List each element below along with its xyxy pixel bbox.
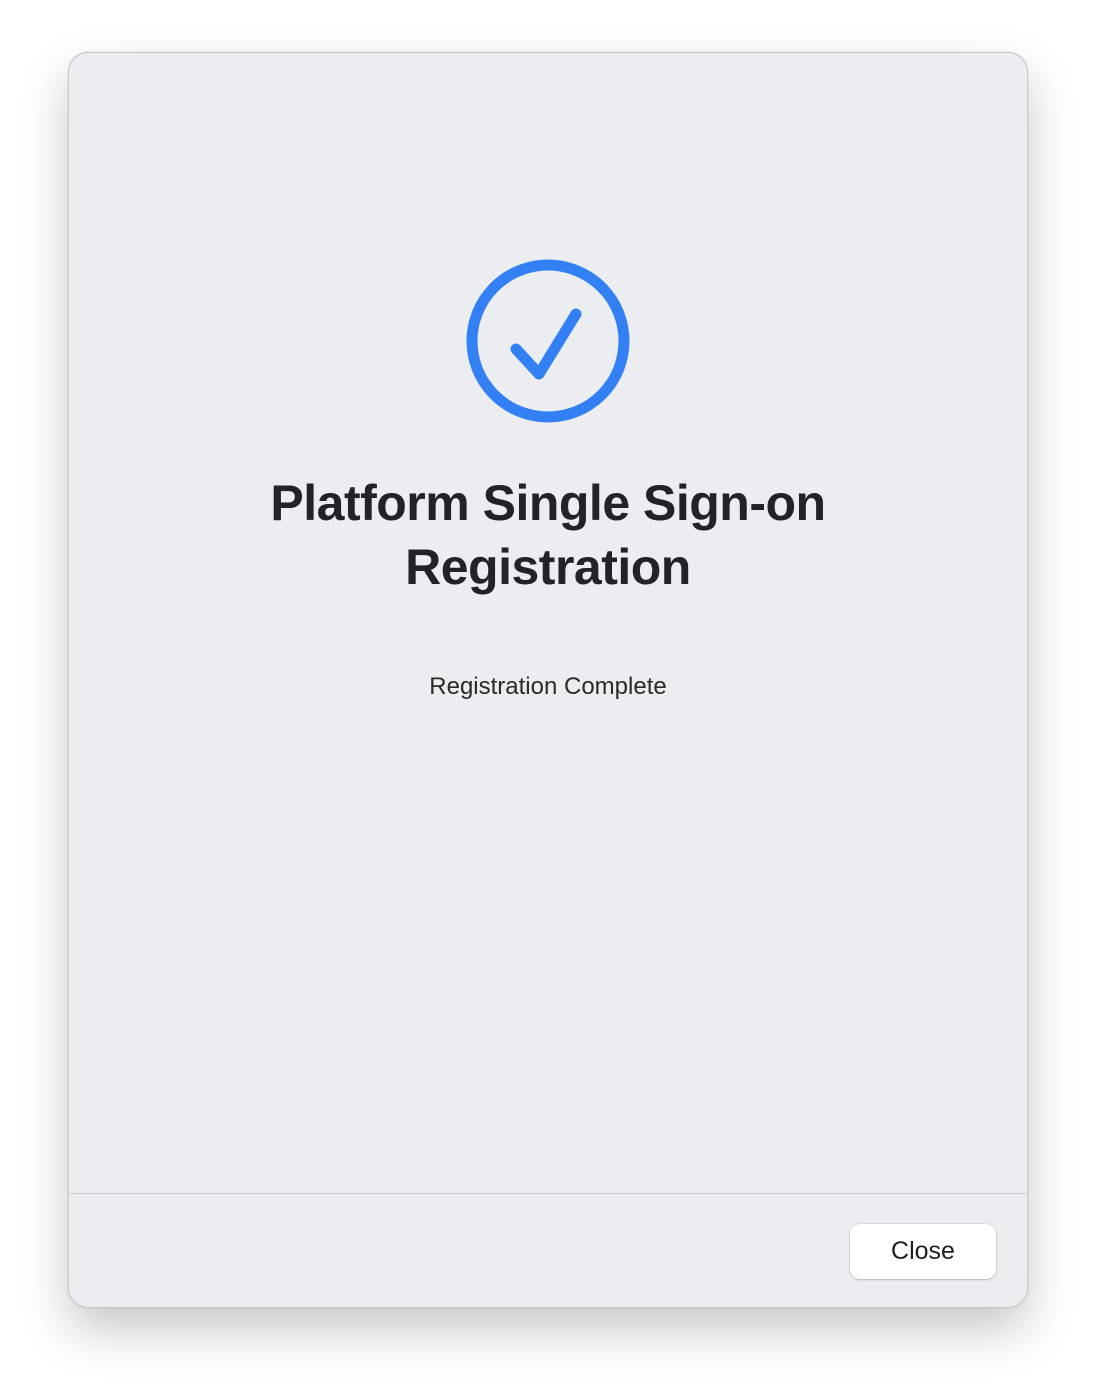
checkmark-circle-icon [466, 259, 630, 423]
dialog-footer: Close [69, 1194, 1027, 1307]
dialog-title-line1: Platform Single Sign-on [270, 475, 826, 531]
dialog-title-line2: Registration [405, 539, 691, 595]
dialog-title: Platform Single Sign-on Registration [69, 471, 1027, 599]
close-button[interactable]: Close [850, 1224, 996, 1279]
dialog-content: Platform Single Sign-on Registration Reg… [69, 53, 1027, 1193]
registration-dialog: Platform Single Sign-on Registration Reg… [68, 52, 1028, 1308]
status-message: Registration Complete [429, 673, 667, 700]
